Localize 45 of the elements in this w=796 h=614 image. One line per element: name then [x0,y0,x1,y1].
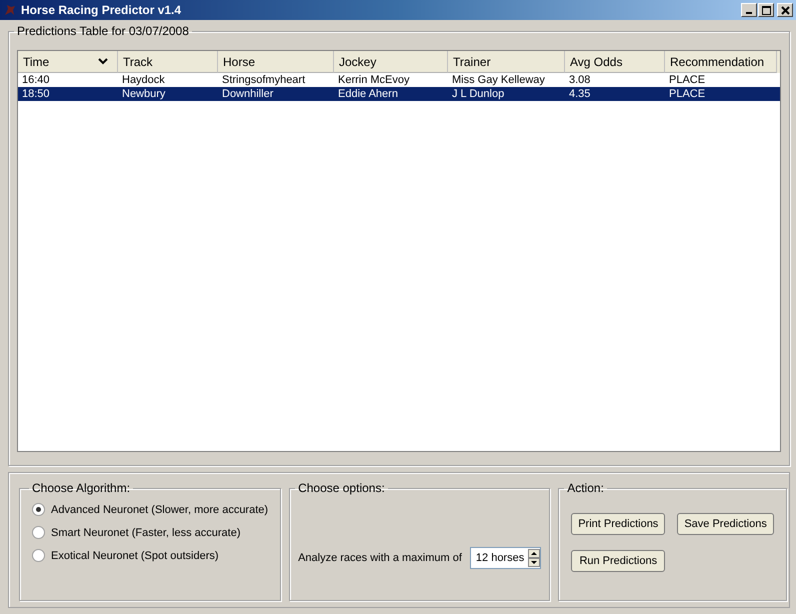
close-icon [780,6,790,14]
table-cell-text: Eddie Ahern [337,88,399,100]
maximize-icon [762,6,770,14]
radio-option[interactable]: Smart Neuronet (Faster, less accurate) [32,526,268,539]
spin-arrows-icon [528,548,540,566]
table-row[interactable]: 16:40 Haydock Stringsofmyheart Kerrin McEvoy Miss Gay Kelleway 3.08 PLACE [18,73,780,87]
column-header[interactable]: Trainer [448,51,565,73]
column-header[interactable]: Avg Odds [565,51,665,73]
column-header[interactable]: Track [118,51,218,73]
table-cell-text: 16:40 [21,74,51,86]
column-header[interactable]: Recommendation [665,51,777,73]
action-button[interactable]: Save Predictions [677,513,774,535]
table-cell-text: Miss Gay Kelleway [451,74,546,86]
table-cell-text: PLACE [668,74,706,86]
group-title: Predictions Table for 03/07/2008 [16,24,190,38]
table-cell-text: Haydock [121,74,166,86]
column-header[interactable]: Jockey [334,51,448,73]
action-button[interactable]: Print Predictions [571,513,666,535]
horses-spin-field[interactable]: 12 horses [470,546,542,568]
group-title: Choose Algorithm: [31,481,132,495]
minimize-button[interactable] [741,3,757,17]
table-cell-text: Downhiller [221,88,274,100]
maximize-button[interactable] [758,3,774,17]
radio-option[interactable]: Advanced Neuronet (Slower, more accurate) [32,503,268,516]
group-title: Choose options: [297,481,386,495]
table-cell-text: J L Dunlop [451,88,506,100]
table-cell-text: 3.08 [568,74,592,86]
table-cell-text: Newbury [121,88,166,100]
option-label: Analyze races with a maximum of [298,552,462,564]
radio-button[interactable] [32,503,45,516]
action-button[interactable]: Run Predictions [571,550,666,572]
table-cell-text: 18:50 [21,88,51,100]
table-cell-text: 4.35 [568,88,592,100]
column-header[interactable]: Horse [218,51,334,73]
group-title: Action: [566,481,605,495]
window-title: Horse Racing Predictor v1.4 [21,3,182,17]
column-header[interactable]: Time [18,51,118,73]
radio-button[interactable] [32,526,45,539]
table-cell-text: PLACE [668,88,706,100]
radio-button[interactable] [32,549,45,562]
close-button[interactable] [777,3,793,17]
radio-option[interactable]: Exotical Neuronet (Spot outsiders) [32,549,268,562]
table-row[interactable]: 18:50 Newbury Downhiller Eddie Ahern J L Dunlop 4.35 PLACE [18,87,780,101]
table-cell-text: Kerrin McEvoy [337,74,411,86]
table-cell-text: Stringsofmyheart [221,74,306,86]
